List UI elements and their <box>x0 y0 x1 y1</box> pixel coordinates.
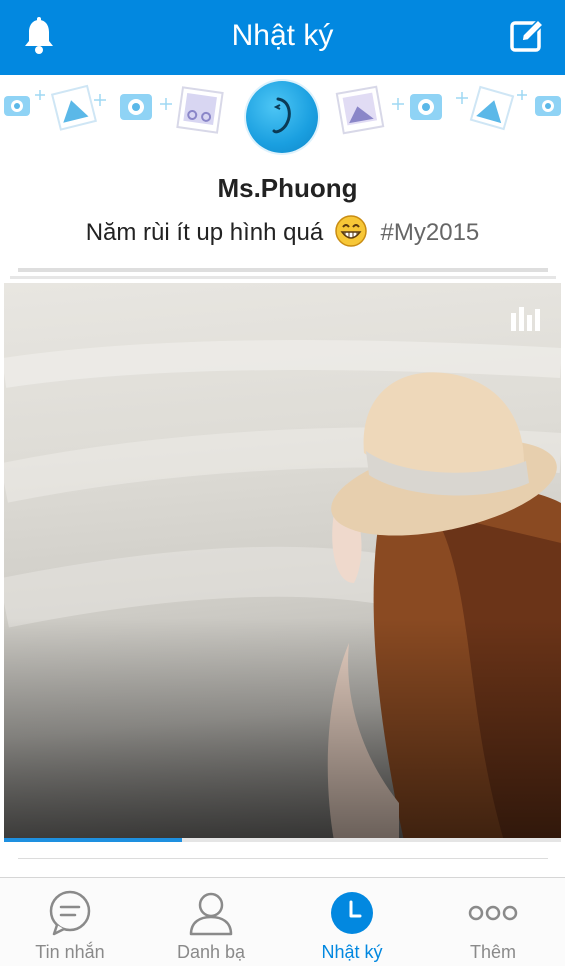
avatar[interactable] <box>246 81 318 153</box>
hashtag-link[interactable]: #My2015 <box>381 219 480 246</box>
tab-label: Thêm <box>469 942 516 962</box>
progress-fill <box>4 838 183 842</box>
slideshow-progress-bar <box>4 838 561 842</box>
status-text-row: Năm rùi ít up hình quá #My2015 <box>0 214 565 251</box>
card-stack-divider <box>10 276 556 279</box>
tab-timeline[interactable]: Nhật ký <box>282 878 422 966</box>
bottom-tab-bar: Tin nhắn Danh bạ Nhật ký Thêm <box>0 877 565 966</box>
chat-icon <box>45 890 95 936</box>
tab-messages[interactable]: Tin nhắn <box>0 878 140 966</box>
grinning-emoji-icon <box>334 214 368 248</box>
tab-label: Danh bạ <box>176 942 246 962</box>
divider <box>18 858 548 859</box>
card-stack-divider <box>18 268 548 272</box>
tab-more[interactable]: Thêm <box>423 878 563 966</box>
page-title: Nhật ký <box>231 19 334 52</box>
tab-label: Nhật ký <box>321 942 383 962</box>
post-photo[interactable] <box>4 283 561 841</box>
tab-label: Tin nhắn <box>35 942 105 962</box>
contacts-icon <box>186 890 236 936</box>
tab-contacts[interactable]: Danh bạ <box>141 878 281 966</box>
top-bar: Nhật ký <box>0 0 565 75</box>
status-text: Năm rùi ít up hình quá <box>85 219 324 246</box>
compose-icon[interactable] <box>508 16 546 56</box>
bar-chart-icon[interactable] <box>510 305 540 331</box>
clock-icon <box>327 890 377 936</box>
more-icon <box>468 890 518 936</box>
author-name[interactable]: Ms.Phuong <box>0 172 565 204</box>
